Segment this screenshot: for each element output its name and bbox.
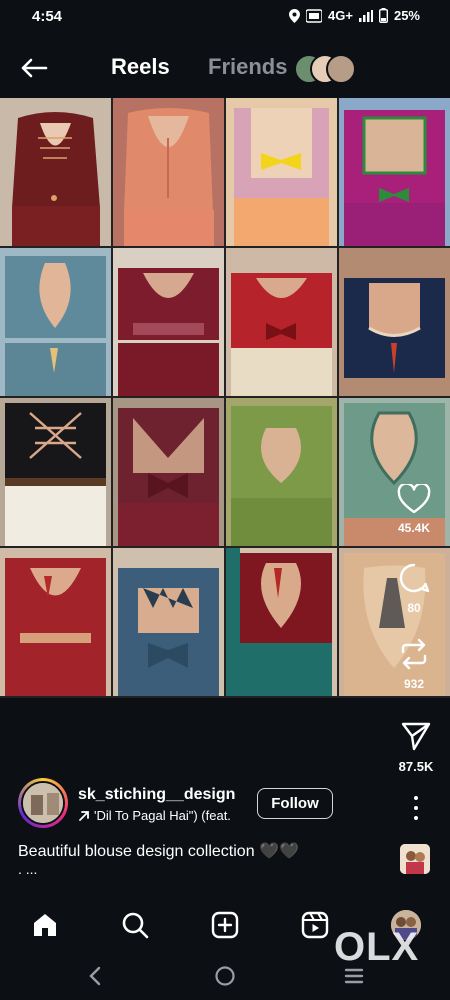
search-icon xyxy=(122,912,149,939)
repost-count: 932 xyxy=(403,677,425,691)
username[interactable]: sk_stiching__design xyxy=(78,786,235,804)
blouse-image xyxy=(226,398,337,546)
repost-icon xyxy=(401,638,427,670)
audio-link[interactable]: 'Dil To Pagal Hai") (feat. xyxy=(78,808,231,823)
author-row: sk_stiching__design 'Dil To Pagal Hai") … xyxy=(18,778,438,830)
home-icon xyxy=(34,914,56,936)
friend-avatar xyxy=(326,54,356,84)
repost-action[interactable]: 932 xyxy=(378,638,450,691)
audio-thumbnail[interactable] xyxy=(400,844,430,874)
nav-reels[interactable] xyxy=(298,908,332,942)
back-button[interactable] xyxy=(16,50,52,86)
status-time: 4:54 xyxy=(32,8,63,25)
dot xyxy=(414,816,418,820)
blouse-image xyxy=(113,248,224,396)
nav-home[interactable] xyxy=(28,908,62,942)
like-action[interactable]: 45.4K xyxy=(378,482,450,535)
tab-friends[interactable]: Friends xyxy=(208,54,287,80)
status-bar: 4:54 4G+ 25% xyxy=(0,0,450,34)
more-options-button[interactable] xyxy=(406,796,426,820)
like-count: 45.4K xyxy=(397,521,431,535)
status-icons: 4G+ 25% xyxy=(289,8,420,23)
blouse-image xyxy=(0,248,111,396)
comment-icon xyxy=(399,563,430,593)
plus-square-icon xyxy=(211,911,239,939)
dot xyxy=(414,806,418,810)
signal-icon xyxy=(358,9,373,22)
dot xyxy=(414,796,418,800)
tab-reels[interactable]: Reels xyxy=(111,54,170,80)
blouse-image xyxy=(339,98,450,246)
chevron-left-icon xyxy=(89,966,101,986)
system-back-button[interactable] xyxy=(86,965,104,992)
blouse-image xyxy=(226,248,337,396)
heart-icon xyxy=(397,482,431,514)
blouse-image xyxy=(0,548,111,696)
avatar-image xyxy=(21,781,65,825)
nav-search[interactable] xyxy=(118,908,152,942)
nav-create[interactable] xyxy=(208,908,242,942)
blouse-image xyxy=(113,548,224,696)
blouse-image xyxy=(339,248,450,396)
system-home-button[interactable] xyxy=(214,965,236,992)
caption[interactable]: Beautiful blouse design collection 🖤🖤 xyxy=(18,841,299,861)
battery-level: 25% xyxy=(393,8,420,23)
blouse-image xyxy=(0,398,111,546)
system-navigation xyxy=(0,955,450,1000)
location-icon xyxy=(289,8,301,23)
audio-title: 'Dil To Pagal Hai") (feat. xyxy=(94,808,231,823)
blouse-image xyxy=(113,98,224,246)
follow-button[interactable]: Follow xyxy=(257,788,333,819)
arrow-up-right-icon xyxy=(79,810,89,821)
circle-icon xyxy=(215,966,235,986)
battery-icon xyxy=(378,8,388,23)
share-button[interactable] xyxy=(396,716,436,756)
top-bar: Reels Friends xyxy=(0,40,450,96)
blouse-image xyxy=(113,398,224,546)
comment-count: 80 xyxy=(407,601,421,615)
blouse-image xyxy=(226,548,337,696)
reels-icon xyxy=(301,911,329,939)
send-icon xyxy=(401,722,431,751)
network-type: 4G+ xyxy=(328,8,353,23)
comment-action[interactable]: 80 xyxy=(378,562,450,615)
system-recents-button[interactable] xyxy=(343,965,365,992)
arrow-left-icon xyxy=(21,58,48,78)
blouse-image xyxy=(226,98,337,246)
friend-avatars[interactable] xyxy=(294,54,356,84)
volte-icon xyxy=(306,8,323,23)
share-count: 87.5K xyxy=(398,759,434,774)
menu-lines-icon xyxy=(344,968,364,984)
blouse-image xyxy=(0,98,111,246)
caption-more[interactable]: . ... xyxy=(18,861,37,877)
avatar[interactable] xyxy=(18,778,68,828)
